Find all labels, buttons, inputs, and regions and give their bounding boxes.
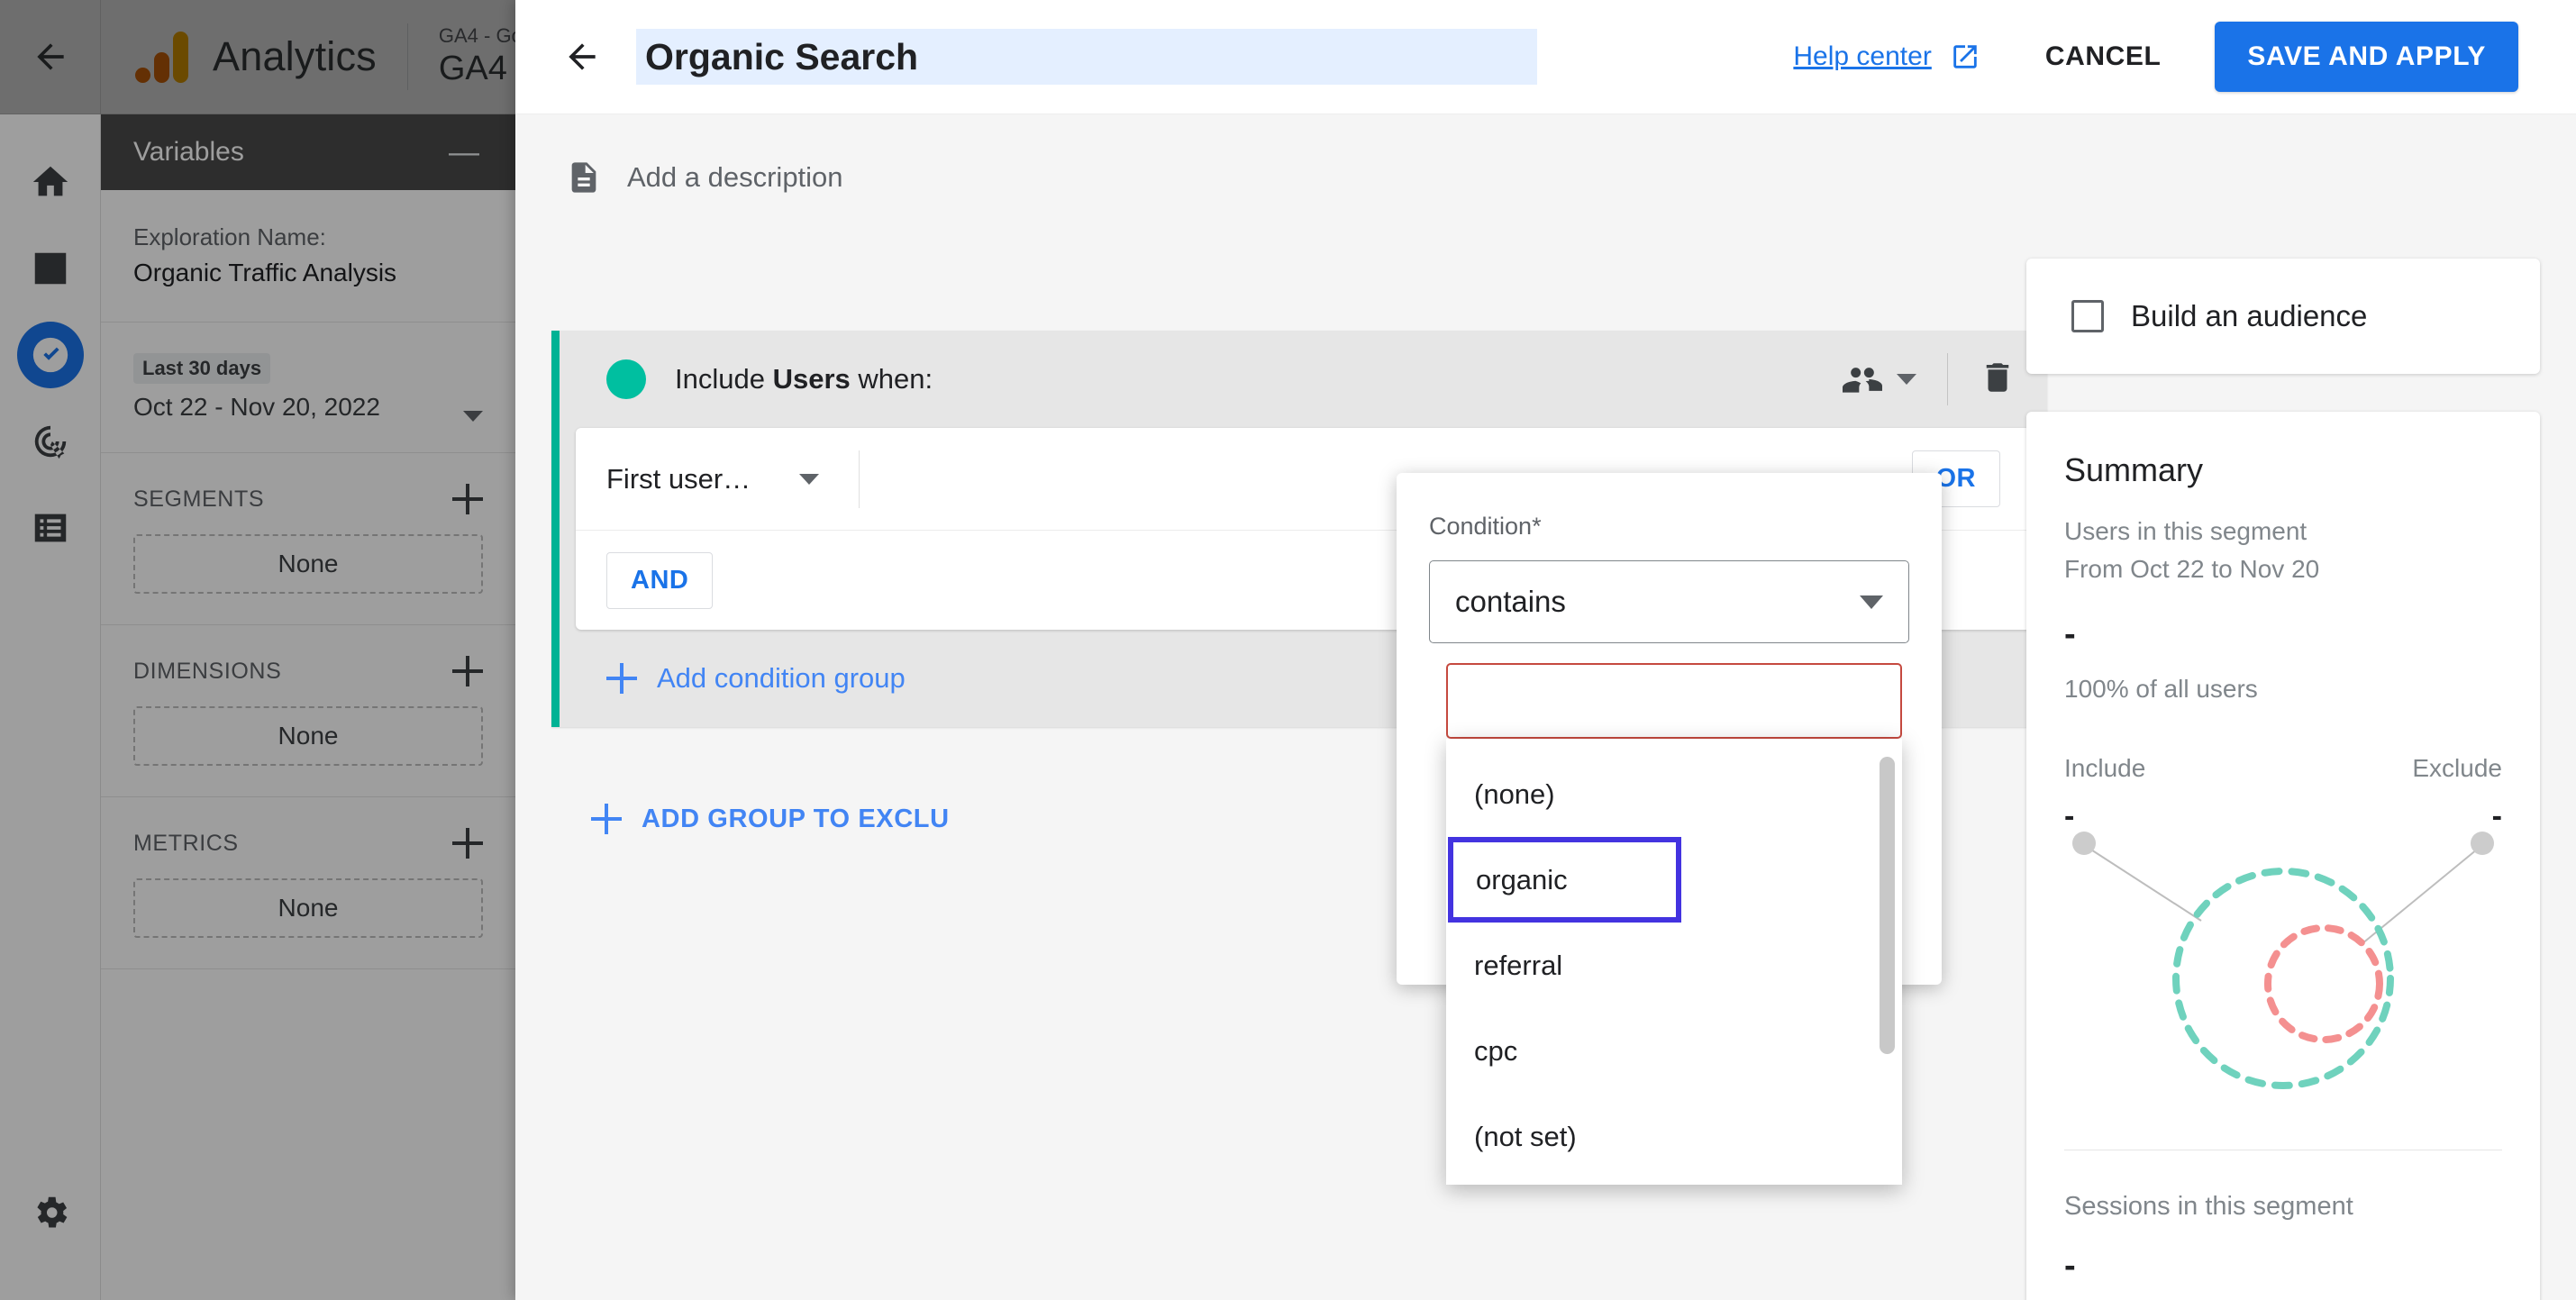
modal-scrim-top[interactable] xyxy=(0,0,515,114)
include-suffix: when: xyxy=(850,363,933,395)
description-row[interactable]: Add a description xyxy=(515,114,2576,235)
segment-builder-modal: Help center CANCEL SAVE AND APPLY Add a … xyxy=(515,0,2576,1300)
and-button[interactable]: AND xyxy=(606,551,714,609)
plus-icon xyxy=(606,663,637,694)
chevron-down-icon xyxy=(799,473,820,485)
description-icon xyxy=(571,162,596,193)
condition-label: Condition* xyxy=(1429,513,1542,540)
condition-value-options: (none) organic referral cpc (not set) xyxy=(1446,739,1902,1185)
summary-users-line1: Users in this segment xyxy=(2064,517,2307,545)
scope-word: Users xyxy=(772,363,851,395)
help-center-link[interactable]: Help center xyxy=(1793,41,1980,72)
dimension-selector[interactable]: First user… xyxy=(606,462,820,495)
modal-header: Help center CANCEL SAVE AND APPLY xyxy=(515,0,2576,114)
plus-icon xyxy=(591,804,622,834)
save-and-apply-button[interactable]: SAVE AND APPLY xyxy=(2215,22,2518,92)
operator-value: contains xyxy=(1455,585,1566,618)
delete-group-button[interactable] xyxy=(1979,359,2016,401)
scope-selector[interactable] xyxy=(1843,359,1916,399)
summary-users-percent: 100% of all users xyxy=(2064,675,2258,703)
right-panel: Build an audience Summary Users in this … xyxy=(2026,259,2540,1300)
people-icon xyxy=(1843,368,1882,393)
description-placeholder: Add a description xyxy=(627,161,843,193)
help-center-label: Help center xyxy=(1793,41,1932,71)
segment-name-input[interactable] xyxy=(636,29,1537,85)
segment-venn-diagram xyxy=(2064,829,2502,1126)
screen-root: Analytics GA4 - Google M GA4 - G Variabl… xyxy=(0,0,2576,1300)
include-prefix: Include xyxy=(675,363,773,395)
group-status-dot xyxy=(606,359,646,399)
option-cpc[interactable]: cpc xyxy=(1446,1008,1902,1094)
option-organic[interactable]: organic xyxy=(1448,837,1681,923)
add-group-to-exclude-label: ADD GROUP TO EXCLU xyxy=(642,804,950,833)
modal-scrim[interactable] xyxy=(0,0,515,1300)
summary-users-value: - xyxy=(2064,615,2076,653)
build-audience-label: Build an audience xyxy=(2131,299,2368,332)
condition-group-header: Include Users when: xyxy=(560,331,2047,428)
row-divider xyxy=(859,450,860,508)
dimension-label: First user… xyxy=(606,462,751,495)
option-not-set[interactable]: (not set) xyxy=(1446,1094,1902,1179)
arrow-left-icon xyxy=(569,43,596,70)
summary-users-line2: From Oct 22 to Nov 20 xyxy=(2064,555,2320,583)
condition-value-field[interactable] xyxy=(1446,663,1902,739)
summary-sessions-label: Sessions in this segment xyxy=(2064,1192,2353,1221)
trash-icon xyxy=(1986,362,2009,392)
chevron-down-icon xyxy=(1860,595,1883,609)
option-none[interactable]: (none) xyxy=(1446,751,1902,837)
modal-back-button[interactable] xyxy=(551,26,613,87)
modal-body: Add a description Include Users when: Fi… xyxy=(515,114,2576,1300)
exclude-label: Exclude xyxy=(2412,754,2502,782)
build-audience-checkbox[interactable] xyxy=(2071,300,2104,332)
include-label: Include xyxy=(2064,754,2146,782)
build-audience-card[interactable]: Build an audience xyxy=(2026,259,2540,374)
open-in-new-icon xyxy=(1953,45,1977,68)
venn-svg xyxy=(2072,832,2494,1089)
options-scrollbar[interactable] xyxy=(1880,757,1895,1054)
cancel-button[interactable]: CANCEL xyxy=(2045,41,2162,72)
option-referral[interactable]: referral xyxy=(1446,923,1902,1008)
chevron-down-icon xyxy=(1897,374,1916,385)
add-condition-group-label: Add condition group xyxy=(657,662,906,694)
operator-select[interactable]: contains xyxy=(1429,560,1909,643)
summary-sessions-value: - xyxy=(2064,1247,2076,1285)
summary-card: Summary Users in this segment From Oct 2… xyxy=(2026,412,2540,1300)
condition-group-title: Include Users when: xyxy=(675,363,933,395)
header-divider xyxy=(1947,353,1948,405)
summary-title: Summary xyxy=(2064,451,2204,488)
